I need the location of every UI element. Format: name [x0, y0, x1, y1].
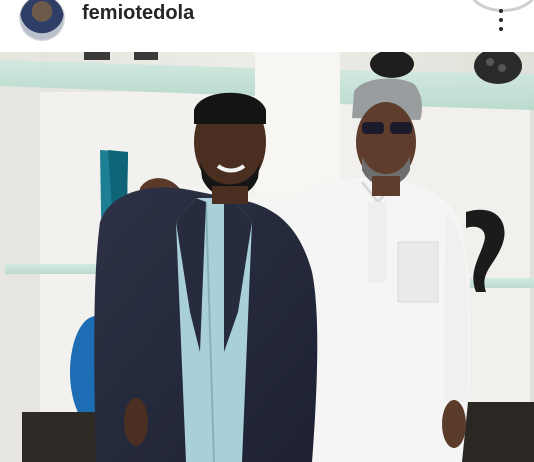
post-header: femiotedola: [0, 0, 534, 42]
avatar[interactable]: [20, 0, 64, 40]
photo-illustration: [0, 52, 534, 462]
more-options-icon[interactable]: [494, 6, 508, 34]
username[interactable]: femiotedola: [82, 2, 194, 25]
post-photo[interactable]: [0, 52, 534, 462]
